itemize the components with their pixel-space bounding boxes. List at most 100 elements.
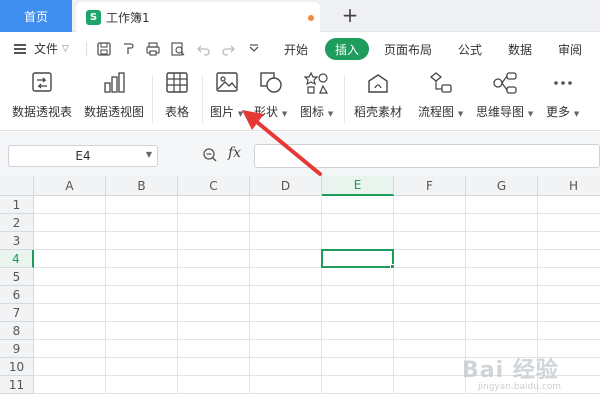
menu-page-layout[interactable]: 页面布局 xyxy=(384,41,432,58)
cell-g3[interactable] xyxy=(466,232,538,250)
cell-b5[interactable] xyxy=(106,268,178,286)
cell-b7[interactable] xyxy=(106,304,178,322)
cell-c3[interactable] xyxy=(178,232,250,250)
pivot-table-button[interactable]: 数据透视表 xyxy=(12,71,72,120)
material-button[interactable]: 稻壳素材 xyxy=(354,71,402,120)
selected-cell[interactable] xyxy=(321,249,394,268)
cell-h8[interactable] xyxy=(538,322,600,340)
cell-a1[interactable] xyxy=(34,196,106,214)
column-header-h[interactable]: H xyxy=(538,176,600,196)
cell-f7[interactable] xyxy=(394,304,466,322)
cell-b10[interactable] xyxy=(106,358,178,376)
new-tab-button[interactable]: + xyxy=(340,4,360,28)
row-header-4[interactable]: 4 xyxy=(0,250,34,268)
cell-f9[interactable] xyxy=(394,340,466,358)
cell-a4[interactable] xyxy=(34,250,106,268)
row-header-1[interactable]: 1 xyxy=(0,196,34,214)
cell-g7[interactable] xyxy=(466,304,538,322)
row-header-9[interactable]: 9 xyxy=(0,340,34,358)
menu-insert[interactable]: 插入 xyxy=(325,38,369,60)
column-header-c[interactable]: C xyxy=(178,176,250,196)
cell-f4[interactable] xyxy=(394,250,466,268)
row-header-11[interactable]: 11 xyxy=(0,376,34,394)
chevron-down-icon[interactable]: ▼ xyxy=(146,150,152,159)
cell-f6[interactable] xyxy=(394,286,466,304)
icons-button[interactable]: 图标 ▼ xyxy=(300,71,333,120)
print-icon[interactable] xyxy=(145,41,161,57)
cell-d7[interactable] xyxy=(250,304,322,322)
cell-e8[interactable] xyxy=(322,322,394,340)
cell-g2[interactable] xyxy=(466,214,538,232)
cell-e11[interactable] xyxy=(322,376,394,394)
mindmap-button[interactable]: 思维导图 ▼ xyxy=(476,71,533,120)
cell-a6[interactable] xyxy=(34,286,106,304)
cell-f10[interactable] xyxy=(394,358,466,376)
cell-d3[interactable] xyxy=(250,232,322,250)
cell-b6[interactable] xyxy=(106,286,178,304)
menu-formulas[interactable]: 公式 xyxy=(458,41,482,58)
print-preview-icon[interactable] xyxy=(170,41,186,57)
row-header-6[interactable]: 6 xyxy=(0,286,34,304)
cell-a9[interactable] xyxy=(34,340,106,358)
cell-g1[interactable] xyxy=(466,196,538,214)
format-painter-icon[interactable] xyxy=(120,41,136,57)
cell-b8[interactable] xyxy=(106,322,178,340)
name-box[interactable]: E4 ▼ xyxy=(8,145,158,167)
cell-e10[interactable] xyxy=(322,358,394,376)
column-header-g[interactable]: G xyxy=(466,176,538,196)
cell-d1[interactable] xyxy=(250,196,322,214)
undo-icon[interactable] xyxy=(196,41,212,57)
menu-review[interactable]: 审阅 xyxy=(558,41,582,58)
shapes-button[interactable]: 形状 ▼ xyxy=(254,71,287,120)
save-icon[interactable] xyxy=(96,41,112,57)
cell-d6[interactable] xyxy=(250,286,322,304)
file-menu[interactable]: 文件 ▽ xyxy=(14,40,69,57)
cell-c11[interactable] xyxy=(178,376,250,394)
cell-b1[interactable] xyxy=(106,196,178,214)
picture-button[interactable]: 图片 ▼ xyxy=(210,71,243,120)
cell-a8[interactable] xyxy=(34,322,106,340)
column-header-b[interactable]: B xyxy=(106,176,178,196)
cell-e7[interactable] xyxy=(322,304,394,322)
select-all-corner[interactable] xyxy=(0,176,34,196)
cell-h1[interactable] xyxy=(538,196,600,214)
cell-c5[interactable] xyxy=(178,268,250,286)
column-header-f[interactable]: F xyxy=(394,176,466,196)
cell-f5[interactable] xyxy=(394,268,466,286)
cell-h7[interactable] xyxy=(538,304,600,322)
cell-c4[interactable] xyxy=(178,250,250,268)
cell-b2[interactable] xyxy=(106,214,178,232)
fill-handle[interactable] xyxy=(390,264,395,269)
cell-e9[interactable] xyxy=(322,340,394,358)
cell-h6[interactable] xyxy=(538,286,600,304)
insert-function-button[interactable]: fx xyxy=(228,145,241,161)
cell-g6[interactable] xyxy=(466,286,538,304)
cell-f1[interactable] xyxy=(394,196,466,214)
cell-h2[interactable] xyxy=(538,214,600,232)
cell-c9[interactable] xyxy=(178,340,250,358)
cell-g4[interactable] xyxy=(466,250,538,268)
redo-icon[interactable] xyxy=(220,41,236,57)
cell-c6[interactable] xyxy=(178,286,250,304)
cell-d4[interactable] xyxy=(250,250,322,268)
row-header-8[interactable]: 8 xyxy=(0,322,34,340)
menu-home[interactable]: 开始 xyxy=(284,41,308,58)
column-header-d[interactable]: D xyxy=(250,176,322,196)
cell-c7[interactable] xyxy=(178,304,250,322)
row-header-10[interactable]: 10 xyxy=(0,358,34,376)
more-button[interactable]: 更多 ▼ xyxy=(546,71,579,120)
cell-b9[interactable] xyxy=(106,340,178,358)
row-header-3[interactable]: 3 xyxy=(0,232,34,250)
cell-f2[interactable] xyxy=(394,214,466,232)
row-header-2[interactable]: 2 xyxy=(0,214,34,232)
customize-toolbar-icon[interactable] xyxy=(246,41,262,57)
zoom-icon[interactable] xyxy=(202,147,218,163)
cell-h5[interactable] xyxy=(538,268,600,286)
cell-d8[interactable] xyxy=(250,322,322,340)
cell-g8[interactable] xyxy=(466,322,538,340)
pivot-chart-button[interactable]: 数据透视图 xyxy=(84,71,144,120)
cell-e5[interactable] xyxy=(322,268,394,286)
cell-a3[interactable] xyxy=(34,232,106,250)
cell-a5[interactable] xyxy=(34,268,106,286)
cell-b3[interactable] xyxy=(106,232,178,250)
